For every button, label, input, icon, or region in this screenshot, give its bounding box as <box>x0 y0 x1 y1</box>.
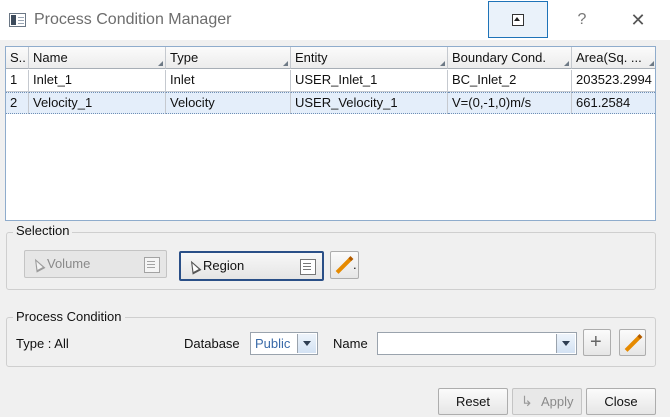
collapse-icon <box>512 13 524 26</box>
selection-group-label: Selection <box>13 223 73 239</box>
cell-type: Inlet <box>166 70 291 92</box>
process-condition-group-label: Process Condition <box>13 309 125 325</box>
cell-boundary-cond: BC_Inlet_2 <box>448 70 572 92</box>
cell-boundary-cond: V=(0,-1,0)m/s <box>448 92 572 114</box>
column-header-type[interactable]: Type <box>166 47 291 69</box>
edit-suffix: . <box>353 257 357 272</box>
cell-index: 2 <box>6 92 29 114</box>
dialog-icon <box>144 257 160 273</box>
edit-selection-button[interactable]: . <box>330 251 359 279</box>
database-select-value: Public <box>255 336 291 351</box>
close-window-button[interactable]: ✕ <box>624 8 652 32</box>
cell-name: Velocity_1 <box>29 92 166 114</box>
pointer-icon <box>186 258 202 275</box>
cell-area: 661.2584 <box>572 92 655 114</box>
apply-button[interactable]: ↳ Apply <box>512 388 582 415</box>
window-title: Process Condition Manager <box>34 11 232 28</box>
cell-area: 203523.2994 <box>572 70 655 92</box>
reset-button[interactable]: Reset <box>438 388 508 415</box>
column-header-index[interactable]: S.. <box>6 47 29 69</box>
edit-condition-button[interactable] <box>619 329 646 356</box>
help-button[interactable]: ? <box>570 10 594 30</box>
column-header-name[interactable]: Name <box>29 47 166 69</box>
name-select[interactable] <box>377 332 577 355</box>
cell-type: Velocity <box>166 92 291 114</box>
region-button[interactable]: Region <box>179 251 324 281</box>
name-label: Name <box>333 336 368 351</box>
app-icon <box>9 13 26 27</box>
column-header-entity[interactable]: Entity <box>291 47 448 69</box>
database-select[interactable]: Public <box>250 332 318 355</box>
volume-button-label: Volume <box>47 256 91 271</box>
chevron-down-icon[interactable] <box>297 334 316 353</box>
pencil-icon <box>335 256 354 274</box>
region-button-label: Region <box>203 258 245 273</box>
type-filter-text: Type : All <box>16 336 69 351</box>
apply-button-label: Apply <box>541 394 574 409</box>
pencil-icon <box>624 334 643 352</box>
cell-entity: USER_Inlet_1 <box>291 70 448 92</box>
database-label: Database <box>184 336 240 351</box>
column-header-area[interactable]: Area(Sq. ... <box>572 47 655 69</box>
column-header-boundary-cond[interactable]: Boundary Cond. <box>448 47 572 69</box>
dialog-icon <box>300 259 316 275</box>
cell-entity: USER_Velocity_1 <box>291 92 448 114</box>
plus-icon: + <box>590 331 602 353</box>
cell-index: 1 <box>6 70 29 92</box>
collapse-button[interactable] <box>488 1 548 38</box>
add-condition-button[interactable]: + <box>583 329 611 356</box>
apply-arrow-icon: ↳ <box>521 393 533 409</box>
pointer-icon <box>30 256 46 273</box>
conditions-table[interactable]: S.. Name Type Entity Boundary Cond. Area… <box>5 46 656 221</box>
chevron-down-icon[interactable] <box>556 334 575 353</box>
volume-button[interactable]: Volume <box>24 250 167 278</box>
cell-name: Inlet_1 <box>29 70 166 92</box>
close-button[interactable]: Close <box>586 388 656 415</box>
